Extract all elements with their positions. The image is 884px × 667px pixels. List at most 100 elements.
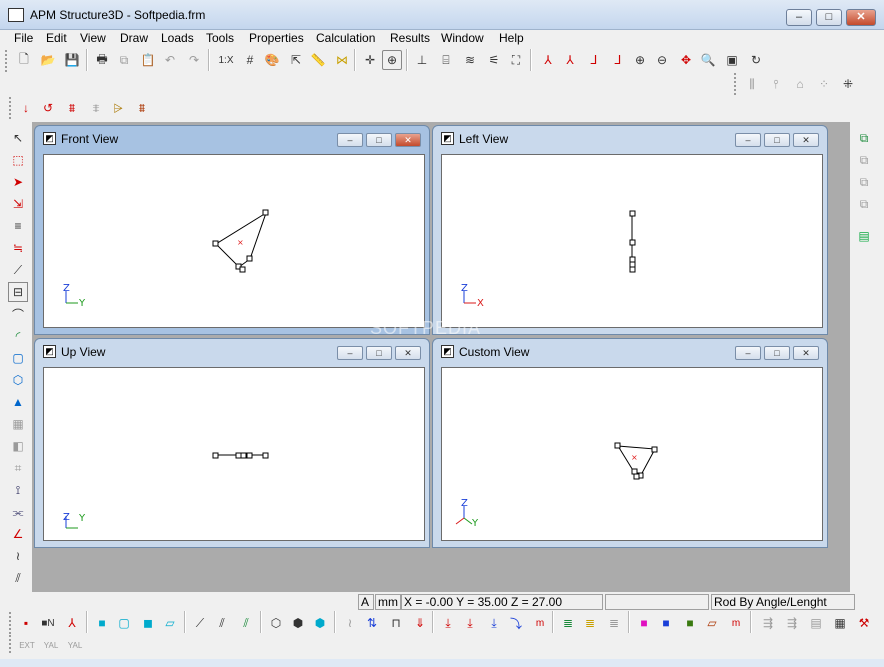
menu-view[interactable]: View <box>80 31 106 45</box>
node-marker[interactable] <box>239 266 246 273</box>
arc-icon[interactable]: ⌒ <box>8 304 28 324</box>
menu-calculation[interactable]: Calculation <box>316 31 375 45</box>
custom-view-minimize-button[interactable]: – <box>735 346 761 360</box>
solid-icon[interactable]: ▲ <box>8 392 28 412</box>
mass-load-icon[interactable]: ⩥ <box>108 98 128 118</box>
displacement-icon[interactable]: ⇅ <box>362 613 382 633</box>
moment-display-icon[interactable]: m <box>530 613 550 633</box>
toolbar-grip[interactable] <box>5 50 8 72</box>
maximize-button[interactable]: □ <box>816 9 842 26</box>
toolbar-grip[interactable] <box>734 73 737 95</box>
node-marker[interactable] <box>629 266 636 273</box>
distributed-load-icon[interactable]: ⩩ <box>62 98 82 118</box>
axis-front-icon[interactable]: ⅃ <box>584 50 604 70</box>
align-icon[interactable]: ⫼ <box>742 74 762 94</box>
force-display-icon[interactable]: ⇓ <box>410 613 430 633</box>
cable-icon[interactable]: ⫽ <box>8 568 28 588</box>
menu-edit[interactable]: Edit <box>46 31 67 45</box>
points-active-icon[interactable]: ⁜ <box>838 74 858 94</box>
node-numbers-icon[interactable]: ■N <box>38 613 58 633</box>
rotate-view-icon[interactable]: ↻ <box>746 50 766 70</box>
layers-grey-icon[interactable]: ≣ <box>604 613 624 633</box>
node-marker[interactable] <box>631 468 638 475</box>
result-tools-icon[interactable]: ⚒ <box>854 613 874 633</box>
compass-icon[interactable]: ⊕ <box>382 50 402 70</box>
save-icon[interactable]: 💾 <box>62 50 82 70</box>
custom-view-canvas[interactable]: × Z Y <box>441 367 823 541</box>
support-icon[interactable]: ⟟ <box>8 480 28 500</box>
layer-lock-icon[interactable]: ⧉ <box>854 172 874 192</box>
node-marker[interactable] <box>633 473 640 480</box>
load-blue-icon[interactable]: ⤓ <box>484 613 504 633</box>
plate-solid-icon[interactable]: ◼ <box>138 613 158 633</box>
node-marker[interactable] <box>629 256 636 263</box>
up-view-close-button[interactable]: ✕ <box>395 346 421 360</box>
menu-file[interactable]: File <box>14 31 33 45</box>
up-view-window[interactable]: ◩ Up View – □ ✕ Z Y <box>34 338 430 548</box>
select-rod-icon[interactable]: ⇲ <box>8 194 28 214</box>
plate-plane-icon[interactable]: ⏥ <box>160 613 180 633</box>
select-move-icon[interactable]: ⇱ <box>286 50 306 70</box>
redo-icon[interactable]: ↷ <box>184 50 204 70</box>
rod-line-icon[interactable]: ⟋ <box>190 613 210 633</box>
node-marker[interactable] <box>629 261 636 268</box>
custom-view-window[interactable]: ◩ Custom View – □ ✕ × Z Y <box>432 338 828 548</box>
layer-stack-icon[interactable]: ⧉ <box>854 128 874 148</box>
node-marker[interactable] <box>212 240 219 247</box>
node-marker[interactable] <box>246 452 253 459</box>
layers-icon[interactable]: ≋ <box>460 50 480 70</box>
result-rod-icon[interactable]: ⇶ <box>758 613 778 633</box>
node-marker[interactable] <box>262 209 269 216</box>
load-table-icon[interactable]: ⩩ <box>132 98 152 118</box>
solid-box-icon[interactable]: ⬢ <box>288 613 308 633</box>
angle-icon[interactable]: ∠ <box>8 524 28 544</box>
copy-icon[interactable]: ⧉ <box>114 50 134 70</box>
load-angle-icon[interactable]: ⤵ <box>506 613 526 633</box>
axis-xyz-icon[interactable]: ⅄ <box>538 50 558 70</box>
crosshair-icon[interactable]: ✛ <box>360 50 380 70</box>
toolbar-grip[interactable] <box>9 635 12 653</box>
node-marker[interactable] <box>629 239 636 246</box>
close-button[interactable]: ✕ <box>846 9 876 26</box>
result-pattern-icon[interactable]: ▦ <box>830 613 850 633</box>
load-down-icon[interactable]: ⤓ <box>438 613 458 633</box>
ruler-icon[interactable]: 📏 <box>308 50 328 70</box>
snap-icon[interactable]: ⋈ <box>332 50 352 70</box>
node-marker[interactable] <box>212 452 219 459</box>
color-green-icon[interactable]: ■ <box>680 613 700 633</box>
zoom-window-icon[interactable]: 🔍 <box>698 50 718 70</box>
menu-draw[interactable]: Draw <box>120 31 148 45</box>
axis-rotate-icon[interactable]: ⅄ <box>560 50 580 70</box>
front-view-close-button[interactable]: ✕ <box>395 133 421 147</box>
menu-help[interactable]: Help <box>499 31 524 45</box>
grid-icon[interactable]: # <box>240 50 260 70</box>
menu-window[interactable]: Window <box>441 31 484 45</box>
menu-properties[interactable]: Properties <box>249 31 304 45</box>
node-marker[interactable] <box>629 210 636 217</box>
show-nodes-icon[interactable]: ▪ <box>16 613 36 633</box>
up-view-minimize-button[interactable]: – <box>337 346 363 360</box>
left-view-window[interactable]: ◩ Left View – □ ✕ Z X <box>432 125 828 335</box>
plate-icon[interactable]: ▢ <box>8 348 28 368</box>
scale-button[interactable]: 1:X <box>214 50 238 70</box>
pan-icon[interactable]: ✥ <box>676 50 696 70</box>
color-plane-icon[interactable]: ⏥ <box>702 613 722 633</box>
rod-angle-icon[interactable]: ⟋ <box>8 260 28 280</box>
front-view-maximize-button[interactable]: □ <box>366 133 392 147</box>
mesh-icon[interactable]: ⌗ <box>8 458 28 478</box>
node-marker[interactable] <box>235 452 242 459</box>
toolbar-grip[interactable] <box>9 612 12 634</box>
mass-display-icon[interactable]: m <box>726 613 746 633</box>
force-down-icon[interactable]: ↓ <box>16 98 36 118</box>
zoom-extents-icon[interactable]: ▣ <box>722 50 742 70</box>
undo-icon[interactable]: ↶ <box>160 50 180 70</box>
left-view-canvas[interactable]: Z X <box>441 154 823 328</box>
node-marker[interactable] <box>651 446 658 453</box>
node-marker[interactable] <box>262 452 269 459</box>
up-view-canvas[interactable]: Z Y <box>43 367 425 541</box>
section-icon[interactable]: ⚟ <box>484 50 504 70</box>
temperature-load-icon[interactable]: ⩨ <box>86 98 106 118</box>
frame-grid-icon[interactable]: ⌂ <box>790 74 810 94</box>
spring-display-icon[interactable]: ≀ <box>340 613 360 633</box>
renumber-icon[interactable]: ≒ <box>8 238 28 258</box>
